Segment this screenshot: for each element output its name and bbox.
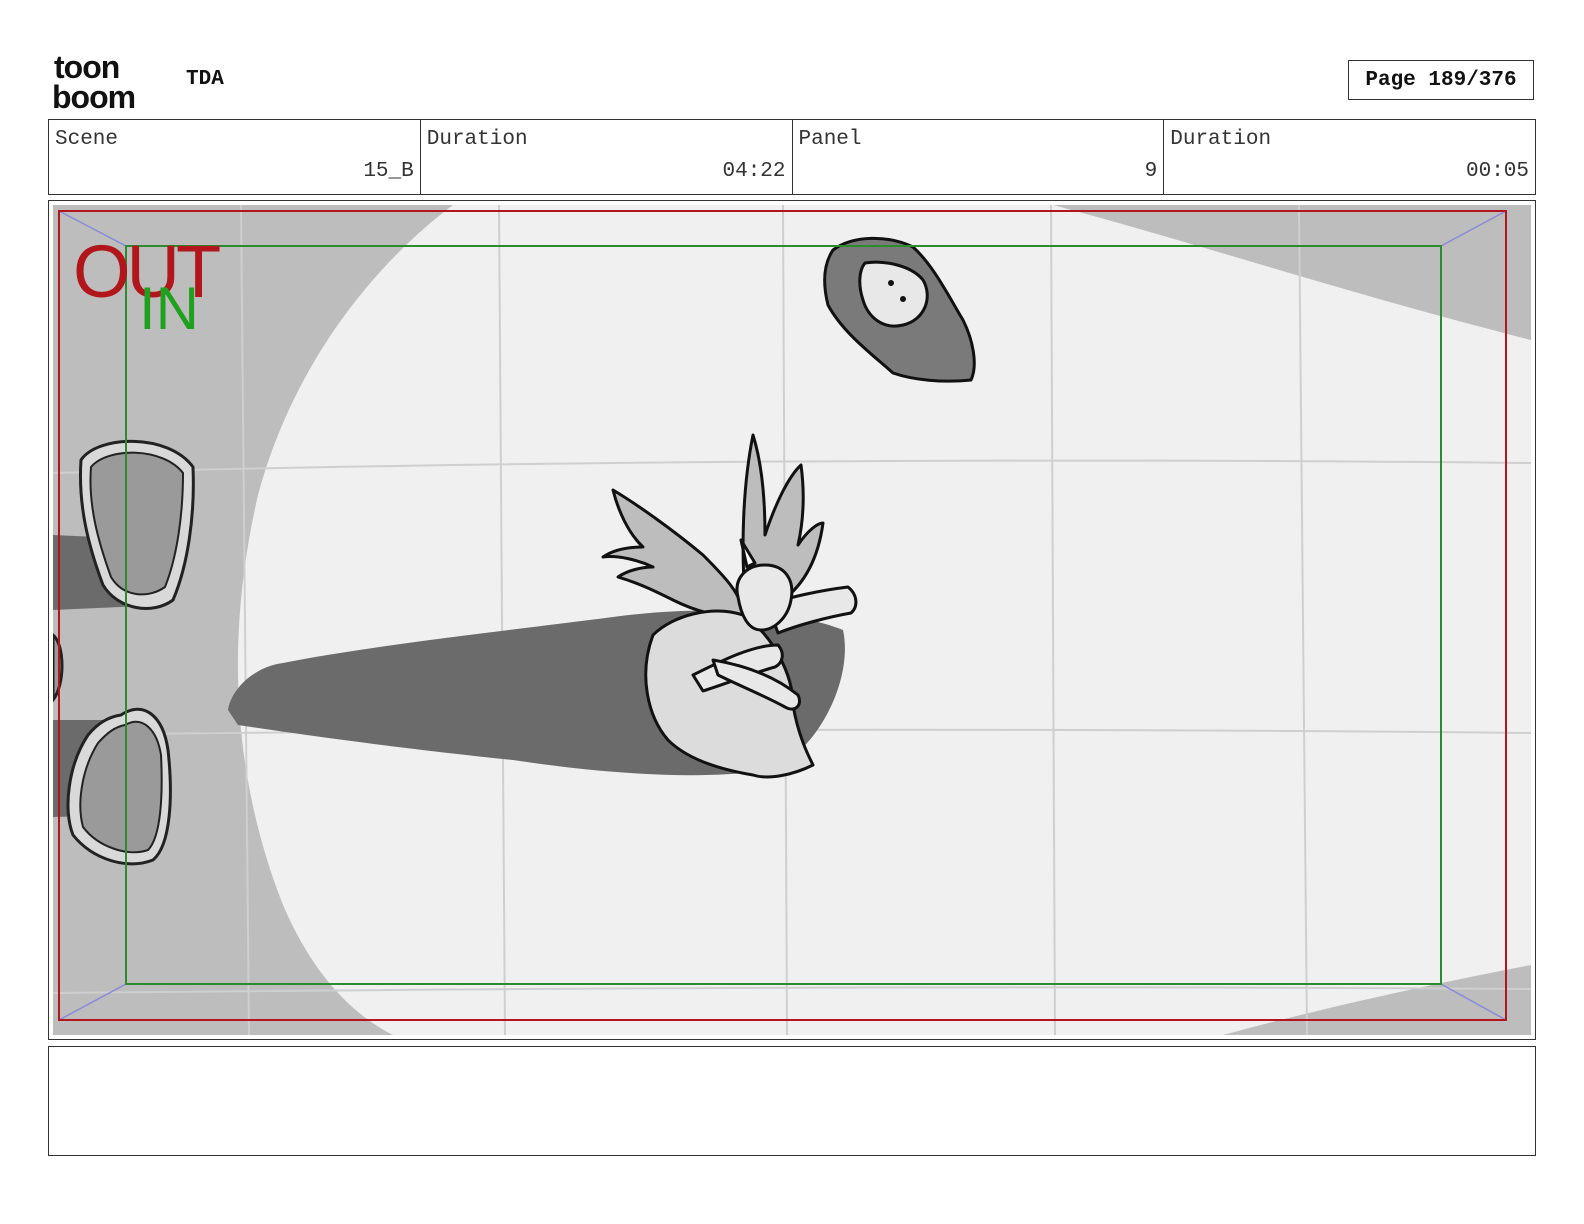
panel-notes: [48, 1046, 1536, 1156]
panel-cell: Panel 9: [793, 120, 1165, 194]
storyboard-panel: OUT IN: [48, 200, 1536, 1040]
scene-label: Scene: [55, 128, 119, 151]
page-number: Page 189/376: [1348, 60, 1534, 100]
portrait-eye-2: [900, 296, 906, 302]
panel-value: 9: [1144, 160, 1158, 183]
panel-drawing: OUT IN: [53, 205, 1531, 1035]
project-title: TDA: [186, 68, 224, 91]
scene-duration-label: Duration: [426, 128, 528, 151]
scene-value: 15_B: [363, 160, 414, 183]
in-label: IN: [139, 275, 199, 342]
panel-duration-value: 00:05: [1465, 160, 1529, 183]
scene-cell: Scene 15_B: [49, 120, 421, 194]
panel-duration-cell: Duration 00:05: [1164, 120, 1535, 194]
page-number-label: Page 189/376: [1365, 68, 1517, 92]
toonboom-logo: toon boom: [52, 50, 136, 112]
scene-duration-value: 04:22: [722, 160, 786, 183]
panel-label: Panel: [798, 128, 862, 151]
panel-duration-label: Duration: [1170, 128, 1272, 151]
scene-duration-cell: Duration 04:22: [421, 120, 793, 194]
scene-info-table: Scene 15_B Duration 04:22 Panel 9 Durati…: [48, 119, 1536, 195]
portrait-eye-1: [888, 280, 894, 286]
logo-line2: boom: [52, 79, 135, 112]
